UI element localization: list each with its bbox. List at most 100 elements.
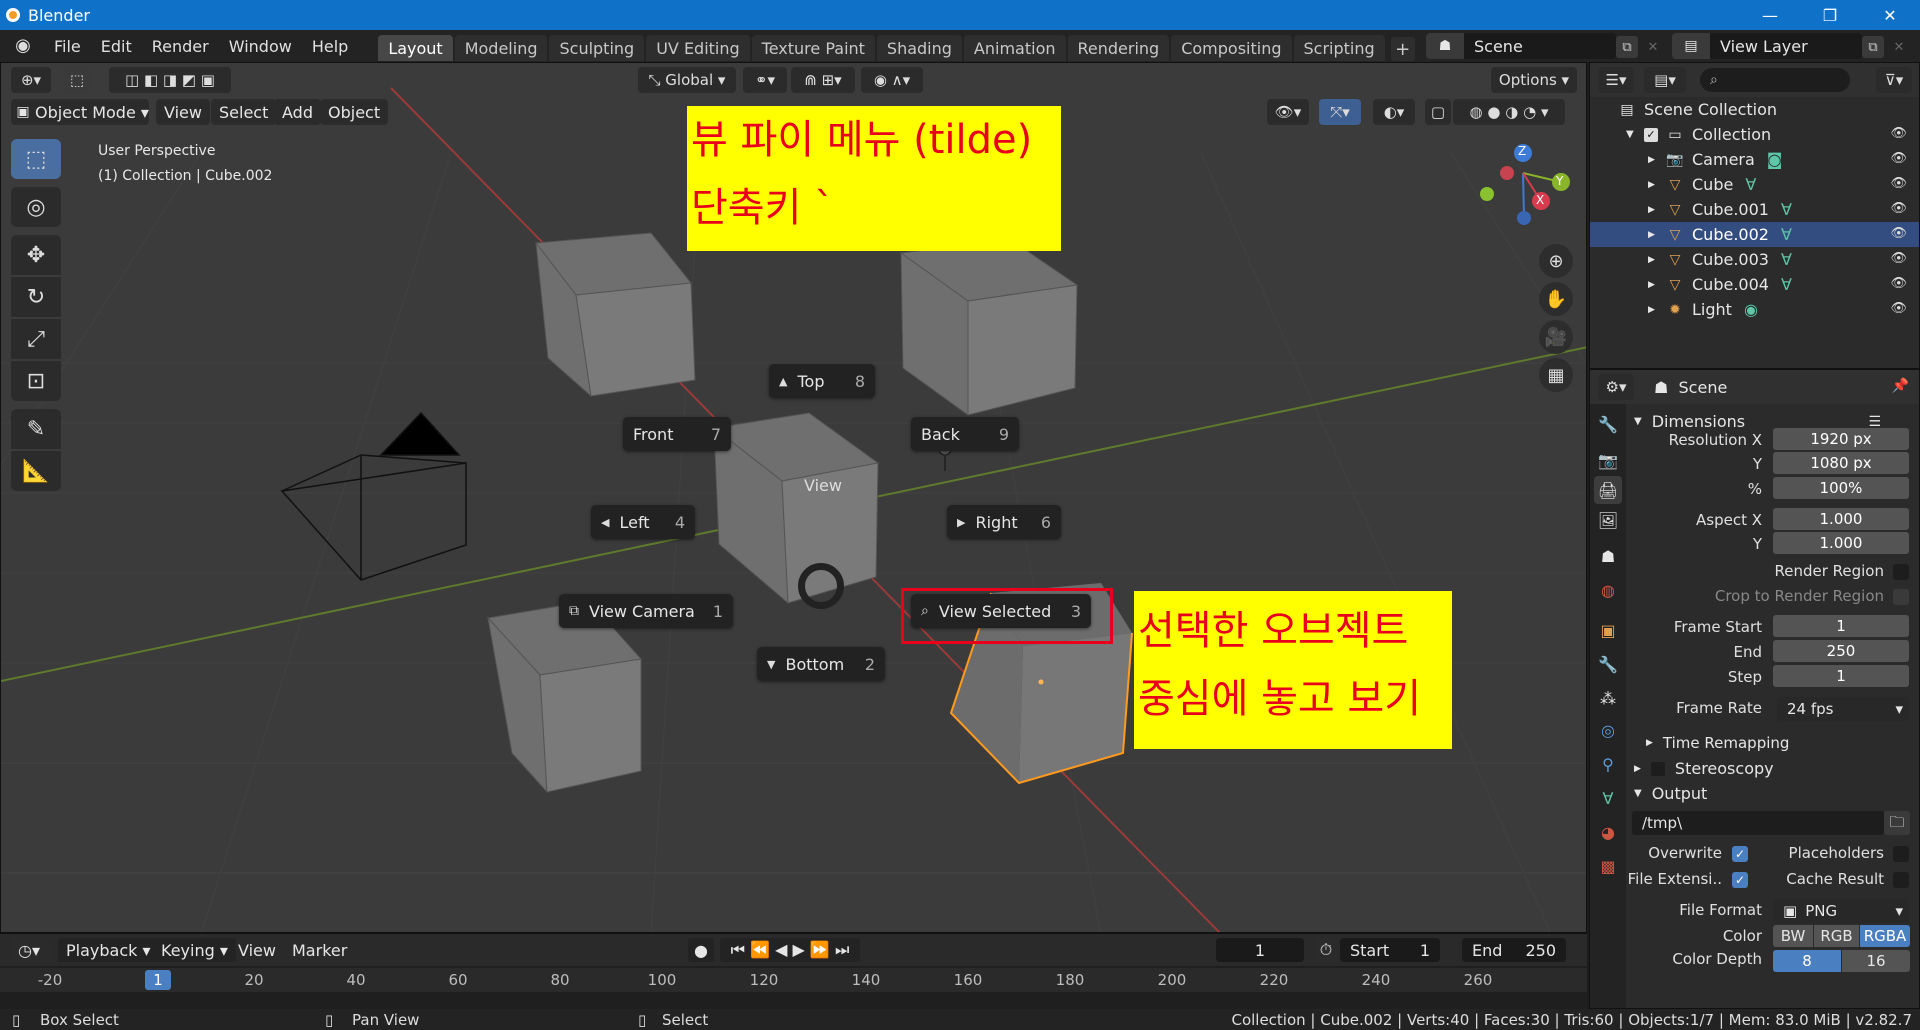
- cursor-tool-icon[interactable]: ◎: [11, 187, 61, 227]
- render-region-checkbox[interactable]: [1893, 564, 1909, 580]
- camera-view-icon[interactable]: 🎥: [1539, 320, 1573, 354]
- file-extensions-checkbox[interactable]: ✓: [1732, 872, 1748, 888]
- visibility-eye-icon[interactable]: 👁: [1890, 226, 1907, 241]
- outliner-search-input[interactable]: ⌕: [1700, 68, 1850, 92]
- visibility-eye-icon[interactable]: 👁: [1890, 151, 1907, 166]
- object-tab-icon[interactable]: ▣: [1594, 616, 1622, 644]
- new-scene-icon[interactable]: ⧉: [1616, 36, 1638, 58]
- pie-top-button[interactable]: ▲ Top 8: [769, 364, 875, 398]
- color-depth-8-option[interactable]: 8: [1773, 950, 1841, 972]
- resolution-percent-field[interactable]: 100%: [1773, 477, 1909, 499]
- options-dropdown[interactable]: Options ▾: [1491, 67, 1577, 93]
- menu-timeline-view[interactable]: View: [230, 938, 284, 962]
- world-tab-icon[interactable]: ◍: [1594, 576, 1622, 604]
- physics-tab-icon[interactable]: ◎: [1594, 716, 1622, 744]
- filter-icon[interactable]: ⊽▾: [1876, 67, 1912, 93]
- particles-tab-icon[interactable]: ⁂: [1594, 684, 1622, 712]
- pivot-point-icon[interactable]: ⚭▾: [743, 67, 787, 93]
- menu-file[interactable]: File: [44, 37, 91, 56]
- timeline-editor[interactable]: ◷▾ Playback ▾ Keying ▾ View Marker ● ⏮ ⏪…: [0, 933, 1587, 1009]
- outliner-item-cube-003[interactable]: ▶ ▽ Cube.003 ∀ 👁: [1590, 247, 1919, 272]
- 3d-viewport[interactable]: Z Y X ⊕▾ ⬚ ◫ ◧ ◨ ◩ ▣ ⤡ Global ▾ ⚭▾ ⋒ ⊞▾ …: [0, 62, 1587, 933]
- menu-select[interactable]: Select: [211, 99, 277, 125]
- color-depth-16-option[interactable]: 16: [1842, 950, 1910, 972]
- frame-step-field[interactable]: 1: [1773, 665, 1909, 687]
- visibility-eye-icon[interactable]: 👁: [1890, 301, 1907, 316]
- scale-tool-icon[interactable]: ⤢: [11, 319, 61, 359]
- frame-rate-dropdown[interactable]: 24 fps ▾: [1777, 697, 1909, 721]
- new-view-layer-icon[interactable]: ⧉: [1862, 36, 1884, 58]
- color-bw-option[interactable]: BW: [1773, 925, 1813, 947]
- modifier-tab-icon[interactable]: 🔧: [1594, 650, 1622, 678]
- display-mode-icon[interactable]: ▤▾: [1644, 67, 1686, 93]
- render-tab-icon[interactable]: 📷: [1594, 446, 1622, 474]
- tab-texture-paint[interactable]: Texture Paint: [751, 35, 875, 61]
- gizmo-toggle-icon[interactable]: ⤧▾: [1319, 99, 1361, 125]
- overwrite-checkbox[interactable]: ✓: [1732, 846, 1748, 862]
- color-rgb-option[interactable]: RGB: [1814, 925, 1859, 947]
- data-tab-icon[interactable]: ∀: [1594, 784, 1622, 812]
- menu-help[interactable]: Help: [302, 37, 358, 56]
- ortho-grid-icon[interactable]: ▦: [1539, 358, 1573, 392]
- annotate-tool-icon[interactable]: ✎: [11, 409, 61, 449]
- visibility-eye-icon[interactable]: 👁: [1890, 276, 1907, 291]
- pie-front-button[interactable]: Front 7: [623, 417, 731, 451]
- stereoscopy-section[interactable]: ▶ Stereoscopy: [1626, 759, 1919, 778]
- outliner-panel[interactable]: ☰▾ ▤▾ ⌕ ⊽▾ ▤ Scene Collection ▼ ✓ ▭ Collec…: [1589, 62, 1920, 369]
- zoom-icon[interactable]: ⊕: [1539, 244, 1573, 278]
- pie-bottom-button[interactable]: ▼ Bottom 2: [757, 647, 885, 681]
- scene-tab-icon[interactable]: ☗: [1594, 542, 1622, 570]
- outliner-item-camera[interactable]: ▶ 📷 Camera ◙ 👁: [1590, 147, 1919, 172]
- texture-tab-icon[interactable]: ▩: [1594, 852, 1622, 880]
- time-remapping-section[interactable]: ▶ Time Remapping: [1626, 734, 1919, 752]
- current-frame-indicator[interactable]: 1: [145, 970, 171, 990]
- material-tab-icon[interactable]: ◕: [1594, 818, 1622, 846]
- maximize-button[interactable]: ❐: [1800, 0, 1860, 30]
- tab-sculpting[interactable]: Sculpting: [549, 35, 645, 61]
- stopwatch-icon[interactable]: ⏱: [1314, 938, 1338, 962]
- select-box-tool-icon[interactable]: ⬚: [11, 139, 61, 179]
- menu-view[interactable]: View: [156, 99, 210, 125]
- properties-editor-type-icon[interactable]: ⚙▾: [1598, 374, 1634, 400]
- folder-browse-icon[interactable]: 🗀: [1884, 811, 1910, 835]
- tab-uv-editing[interactable]: UV Editing: [646, 35, 750, 61]
- pie-right-button[interactable]: ▶ Right 6: [947, 505, 1061, 539]
- measure-tool-icon[interactable]: 📐: [11, 451, 61, 491]
- remove-scene-icon[interactable]: ✕: [1642, 36, 1664, 58]
- record-icon[interactable]: ●: [688, 938, 714, 962]
- tab-rendering[interactable]: Rendering: [1067, 35, 1170, 61]
- visibility-eye-icon[interactable]: 👁: [1890, 126, 1907, 141]
- menu-render[interactable]: Render: [142, 37, 219, 56]
- view-layer-selector[interactable]: ▤ View Layer: [1672, 33, 1862, 59]
- tab-layout[interactable]: Layout: [378, 35, 453, 61]
- remove-view-layer-icon[interactable]: ✕: [1888, 36, 1910, 58]
- visibility-eye-icon[interactable]: 👁: [1890, 251, 1907, 266]
- rotate-tool-icon[interactable]: ↻: [11, 277, 61, 317]
- start-frame-field[interactable]: Start 1: [1340, 938, 1440, 962]
- output-tab-icon[interactable]: 🖨: [1594, 476, 1622, 504]
- pin-icon[interactable]: 📌: [1892, 378, 1909, 394]
- placeholders-checkbox[interactable]: [1893, 846, 1909, 862]
- constraints-tab-icon[interactable]: ⚲: [1594, 750, 1622, 778]
- outliner-item-cube-004[interactable]: ▶ ▽ Cube.004 ∀ 👁: [1590, 272, 1919, 297]
- transform-orientation-dropdown[interactable]: ⤡ Global ▾: [638, 67, 736, 93]
- transform-tool-icon[interactable]: ⊡: [11, 361, 61, 401]
- tool-tab-icon[interactable]: 🔧: [1594, 410, 1622, 438]
- aspect-y-field[interactable]: 1.000: [1773, 532, 1909, 554]
- scene-selector[interactable]: ☗ Scene: [1426, 33, 1616, 59]
- output-section-header[interactable]: ▼ Output: [1626, 784, 1919, 803]
- overlay-toggle-icon[interactable]: ◐▾: [1373, 99, 1415, 125]
- collection-checkbox-icon[interactable]: ✓: [1644, 127, 1658, 142]
- pie-back-button[interactable]: Back 9: [911, 417, 1019, 451]
- file-format-dropdown[interactable]: ▣ PNG ▾: [1773, 899, 1909, 923]
- editor-type-icon[interactable]: ⊕▾: [11, 67, 51, 93]
- close-button[interactable]: ✕: [1860, 0, 1920, 30]
- properties-panel[interactable]: ⚙▾ ☗ Scene 📌 🔧 📷 🖨 🖼 ☗ ◍ ▣ 🔧 ⁂ ◎ ⚲ ∀ ◕ ▩…: [1589, 369, 1920, 1009]
- stereoscopy-checkbox[interactable]: [1650, 761, 1665, 776]
- view-layer-tab-icon[interactable]: 🖼: [1594, 506, 1622, 534]
- color-rgba-option[interactable]: RGBA: [1860, 925, 1910, 947]
- output-path-input[interactable]: /tmp\: [1632, 811, 1884, 835]
- tab-compositing[interactable]: Compositing: [1171, 35, 1292, 61]
- frame-start-field[interactable]: 1: [1773, 615, 1909, 637]
- resolution-x-field[interactable]: 1920 px: [1773, 428, 1909, 450]
